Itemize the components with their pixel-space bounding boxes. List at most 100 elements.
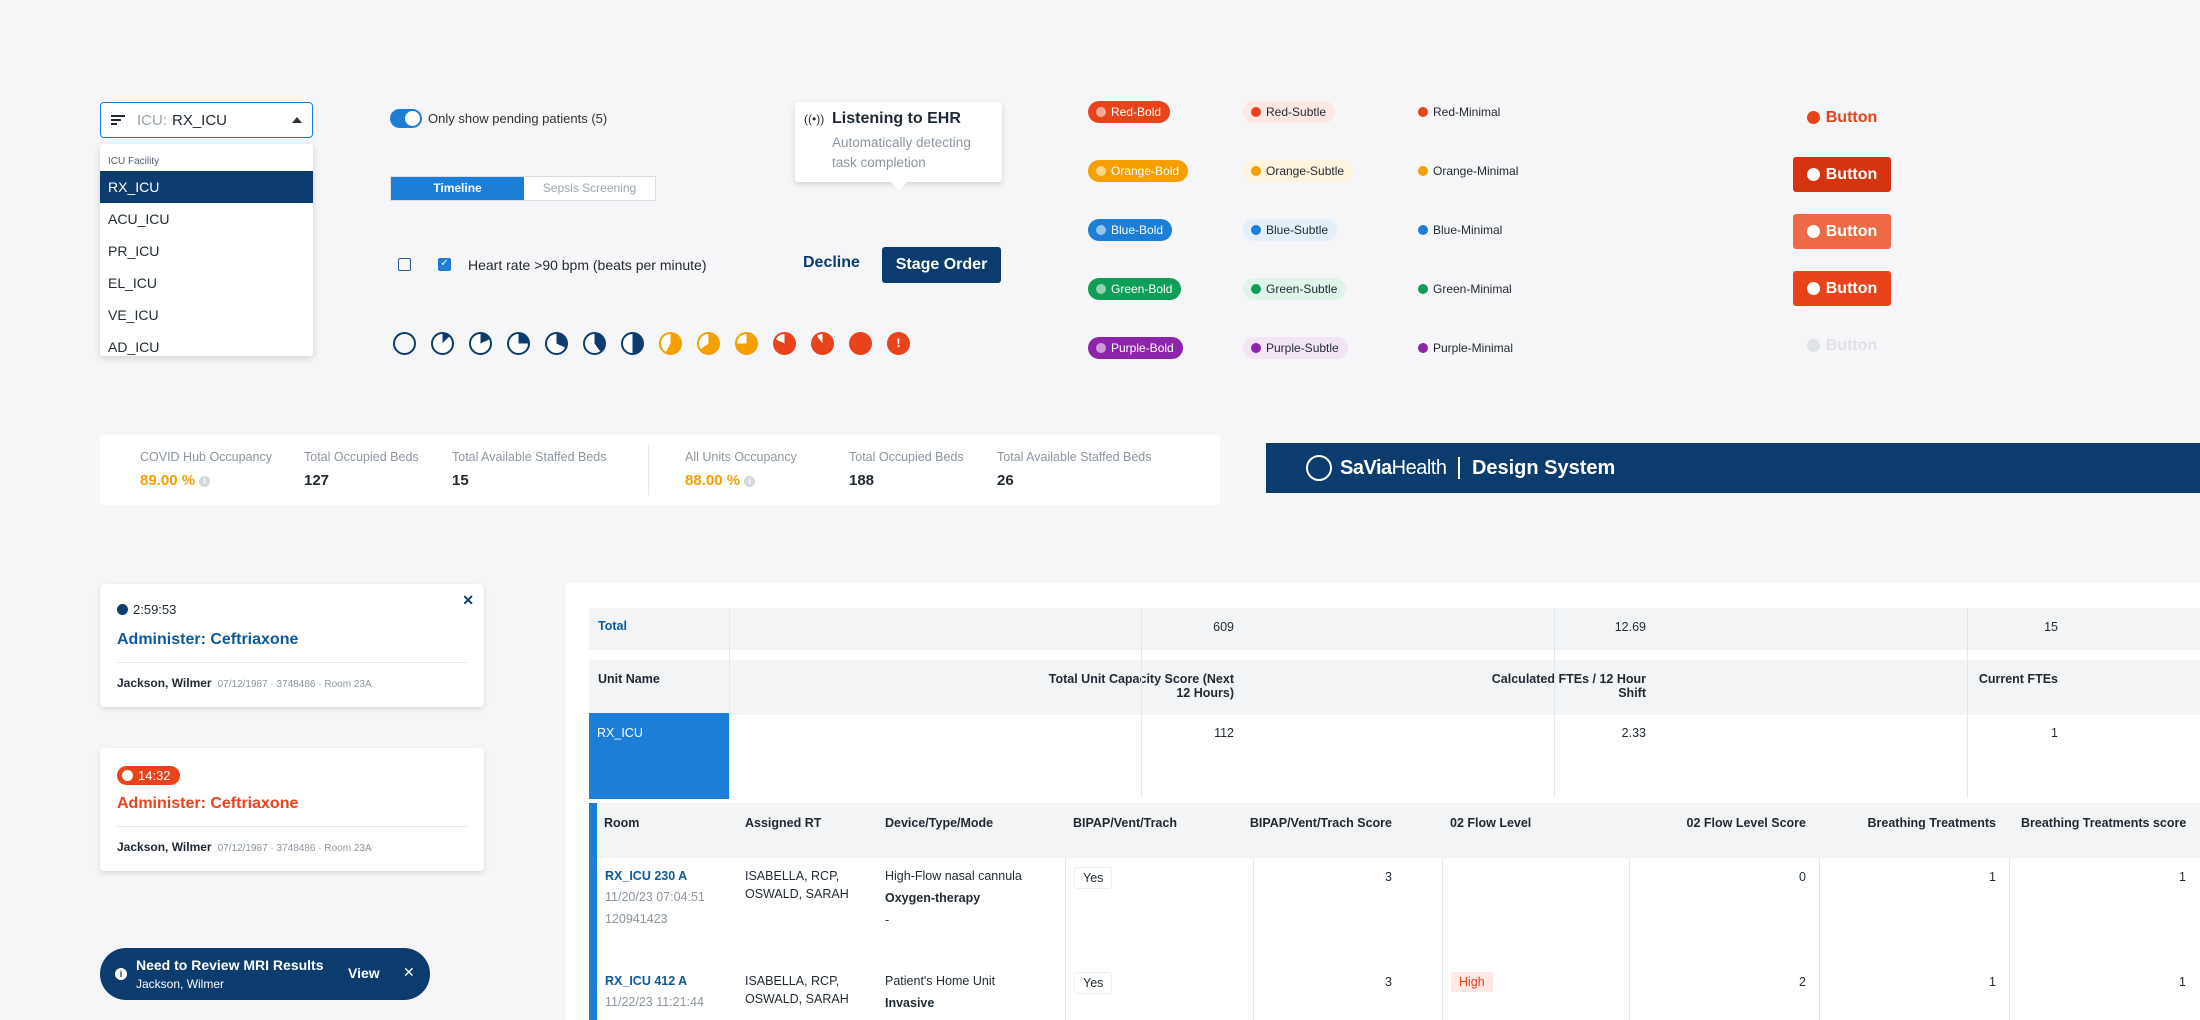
unit-name[interactable]: RX_ICU xyxy=(597,726,643,740)
badge-red-minimal: Red-Minimal xyxy=(1418,101,1509,123)
checkbox-checked[interactable]: ✓ xyxy=(438,258,451,271)
clock-icon xyxy=(1418,166,1428,176)
task-patient: Jackson, Wilmer 07/12/1987 · 3748486 · Ro… xyxy=(117,676,372,690)
stat-available: Total Available Staffed Beds 15 xyxy=(452,450,607,489)
decline-button[interactable]: Decline xyxy=(803,254,860,272)
divider xyxy=(117,662,467,663)
menu-option[interactable]: PR_ICU xyxy=(100,235,313,267)
clock-icon xyxy=(1418,284,1428,294)
device: High-Flow nasal cannula xyxy=(885,869,1022,883)
menu-option[interactable]: VE_ICU xyxy=(100,299,313,331)
menu-option[interactable]: RX_ICU xyxy=(100,171,313,203)
tab-sepsis-screening[interactable]: Sepsis Screening xyxy=(524,177,655,200)
progress-pie-icon xyxy=(773,332,796,355)
col-bipap: BIPAP/Vent/Trach xyxy=(1073,816,1177,830)
menu-option[interactable]: ACU_ICU xyxy=(100,203,313,235)
unit-capacity: 112 xyxy=(1214,726,1234,740)
clock-icon xyxy=(1251,225,1261,235)
stat-covid: COVID Hub Occupancy 89.00 % i xyxy=(140,450,272,489)
stage-order-button[interactable]: Stage Order xyxy=(882,247,1001,283)
room-date: 11/20/23 07:04:51 xyxy=(605,890,705,904)
progress-pie-icon xyxy=(621,332,644,355)
menu-option[interactable]: AD_ICU xyxy=(100,331,313,356)
badge-orange-minimal: Orange-Minimal xyxy=(1418,160,1527,182)
stat-occupied-all: Total Occupied Beds 188 xyxy=(849,450,964,489)
smile-icon xyxy=(1806,282,1820,295)
badge-orange-subtle: Orange-Subtle xyxy=(1243,160,1354,182)
progress-pie-icon xyxy=(431,332,454,355)
task-card[interactable]: 2:59:53 ✕ Administer: Ceftriaxone Jackso… xyxy=(100,584,484,707)
menu-option[interactable]: EL_ICU xyxy=(100,267,313,299)
clock-icon xyxy=(1096,225,1106,235)
info-icon: i xyxy=(199,476,211,487)
col-fte: Calculated FTEs / 12 Hour Shift xyxy=(1491,672,1646,700)
select-value: RX_ICU xyxy=(172,111,228,129)
banner-separator xyxy=(1458,457,1460,479)
progress-pie-icon xyxy=(393,332,416,355)
staffing-table-panel: Total 609 12.69 15 Unit Name Total Unit … xyxy=(566,583,2200,1020)
breathing-treatments: 1 xyxy=(1989,870,1996,884)
bipap-value: Yes xyxy=(1074,867,1113,889)
clock-icon xyxy=(1418,107,1428,117)
pending-toggle[interactable] xyxy=(390,109,422,128)
progress-pie-icon xyxy=(735,332,758,355)
header-row xyxy=(589,660,2200,715)
stat-all-units: All Units Occupancy 88.00 % i xyxy=(685,450,797,489)
room-link[interactable]: RX_ICU 230 A xyxy=(605,869,687,883)
close-icon[interactable]: ✕ xyxy=(462,592,474,609)
close-icon[interactable]: ✕ xyxy=(403,964,415,981)
progress-pie-icon xyxy=(583,332,606,355)
task-timer: 14:32 xyxy=(117,766,180,785)
clock-icon xyxy=(1418,225,1428,235)
col-breathing-score: Breathing Treatments score xyxy=(2021,816,2187,830)
alert-pie-icon: ! xyxy=(887,332,910,355)
savia-logo-icon xyxy=(1306,455,1332,481)
notification-toast: i Need to Review MRI Results Jackson, Wi… xyxy=(100,948,430,1000)
icu-select[interactable]: ICU: RX_ICU xyxy=(100,102,313,138)
primary-button[interactable]: Button xyxy=(1793,157,1891,192)
badge-green-subtle: Green-Subtle xyxy=(1243,278,1347,300)
unit-fte: 2.33 xyxy=(1621,726,1646,740)
col-device: Device/Type/Mode xyxy=(885,816,994,830)
clock-icon xyxy=(1251,166,1261,176)
task-card-overdue[interactable]: 14:32 Administer: Ceftriaxone Jackson, W… xyxy=(100,748,484,871)
progress-pie-icon xyxy=(507,332,530,355)
badge-blue-bold: Blue-Bold xyxy=(1088,219,1173,241)
device-type: Oxygen-therapy xyxy=(885,891,981,905)
hover-button[interactable]: Button xyxy=(1793,214,1891,249)
badge-orange-bold: Orange-Bold xyxy=(1088,160,1189,182)
task-timer: 2:59:53 xyxy=(117,602,176,617)
room-id: 120941423 xyxy=(605,912,668,926)
caret-up-icon xyxy=(292,117,302,123)
col-flow-level: 02 Flow Level xyxy=(1450,816,1532,830)
bipap-score: 3 xyxy=(1385,975,1392,989)
clock-icon xyxy=(1096,166,1106,176)
task-patient: Jackson, Wilmer 07/12/1987 · 3748486 · Ro… xyxy=(117,840,372,854)
unit-accent-bar xyxy=(589,803,597,1020)
clock-icon xyxy=(1096,107,1106,117)
toast-subtitle: Jackson, Wilmer xyxy=(136,977,225,991)
listening-title: Listening to EHR xyxy=(832,110,961,127)
toast-title: Need to Review MRI Results xyxy=(136,957,324,973)
breathing-treatments: 1 xyxy=(1989,975,1996,989)
checkbox-unchecked[interactable] xyxy=(398,258,411,271)
pressed-button[interactable]: Button xyxy=(1793,271,1891,306)
brand-name: SaViaHealth xyxy=(1340,456,1447,479)
toast-view-button[interactable]: View xyxy=(348,965,380,981)
stat-available-all: Total Available Staffed Beds 26 xyxy=(997,450,1152,489)
ghost-button[interactable]: Button xyxy=(1793,100,1891,135)
clock-icon xyxy=(1251,284,1261,294)
total-capacity: 609 xyxy=(1213,620,1234,634)
heart-rate-label: Heart rate >90 bpm (beats per minute) xyxy=(468,257,707,273)
listening-ehr-card: ((•)) Listening to EHR Automatically det… xyxy=(795,102,1002,190)
room-link[interactable]: RX_ICU 412 A xyxy=(605,974,687,988)
assigned-rt-2: OSWALD, SARAH xyxy=(745,992,849,1006)
bipap-score: 3 xyxy=(1385,870,1392,884)
tab-timeline[interactable]: Timeline xyxy=(391,177,524,200)
broadcast-icon: ((•)) xyxy=(804,112,825,126)
progress-pie-icon xyxy=(469,332,492,355)
info-icon: i xyxy=(744,476,756,487)
filter-icon xyxy=(111,113,125,127)
clock-icon xyxy=(117,604,128,615)
col-flow-score: 02 Flow Level Score xyxy=(1686,816,1807,830)
